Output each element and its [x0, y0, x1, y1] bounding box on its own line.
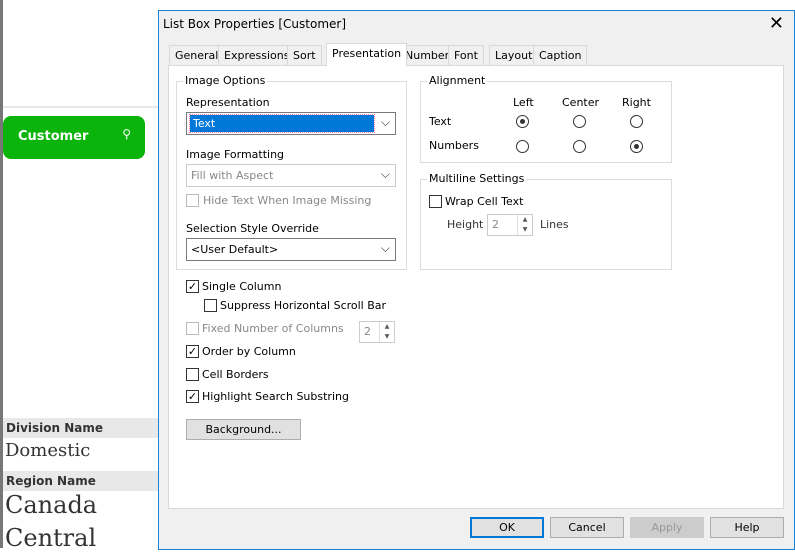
image-formatting-dropdown[interactable]: Fill with Aspect ⌵ — [186, 164, 396, 187]
cell-borders-label: Cell Borders — [202, 368, 269, 381]
fixed-columns-value: 2 — [364, 325, 371, 338]
single-column-checkbox[interactable]: ✓ — [186, 280, 199, 293]
height-spinner[interactable]: 2 ▲ ▼ — [487, 214, 533, 236]
image-formatting-label: Image Formatting — [186, 148, 285, 161]
text-center-radio[interactable] — [573, 115, 586, 128]
spinner-arrows-icon[interactable]: ▲ ▼ — [379, 322, 394, 342]
wrap-cell-text-label: Wrap Cell Text — [445, 195, 524, 208]
multiline-settings-group: Multiline Settings Wrap Cell Text Height… — [420, 172, 672, 270]
fixed-columns-spinner[interactable]: 2 ▲ ▼ — [359, 321, 395, 343]
region-name-header: Region Name — [3, 471, 159, 491]
align-row-text: Text — [429, 115, 452, 128]
align-col-center: Center — [562, 96, 600, 109]
chevron-down-icon: ⌵ — [380, 241, 390, 255]
text-right-radio[interactable] — [630, 115, 643, 128]
list-box-properties-dialog: List Box Properties [Customer] ✕ General… — [158, 10, 795, 550]
tab-number[interactable]: Number — [399, 45, 456, 65]
list-item[interactable]: Domestic — [5, 440, 90, 461]
cell-borders-checkbox[interactable] — [186, 368, 199, 381]
suppress-hscroll-checkbox[interactable] — [204, 299, 217, 312]
tab-expressions[interactable]: Expressions — [218, 45, 296, 65]
multiline-legend: Multiline Settings — [427, 172, 527, 185]
order-by-column-checkbox[interactable]: ✓ — [186, 345, 199, 358]
height-label: Height — [447, 218, 484, 231]
image-options-legend: Image Options — [183, 74, 268, 87]
search-icon[interactable]: ⚲ — [122, 127, 131, 141]
wrap-cell-text-checkbox[interactable] — [429, 195, 442, 208]
representation-label: Representation — [186, 96, 270, 109]
background-button[interactable]: Background... — [186, 419, 301, 440]
hide-text-checkbox[interactable] — [186, 194, 199, 207]
hide-text-label: Hide Text When Image Missing — [203, 194, 372, 207]
alignment-group: Alignment Left Center Right Text Numbers — [420, 74, 672, 163]
representation-value: Text — [189, 114, 375, 133]
ok-button[interactable]: OK — [470, 517, 544, 538]
text-left-radio[interactable] — [516, 115, 529, 128]
numbers-center-radio[interactable] — [573, 140, 586, 153]
image-formatting-value: Fill with Aspect — [191, 169, 274, 182]
presentation-panel: Image Options Representation Text ⌵ Image… — [168, 65, 784, 509]
customer-listbox-button[interactable]: Customer ⚲ — [3, 116, 145, 159]
fixed-columns-checkbox[interactable] — [186, 322, 199, 335]
align-col-right: Right — [622, 96, 651, 109]
chevron-down-icon: ⌵ — [380, 167, 390, 181]
selection-style-label: Selection Style Override — [186, 222, 319, 235]
chevron-down-icon: ⌵ — [380, 115, 390, 129]
align-col-left: Left — [513, 96, 534, 109]
spinner-arrows-icon[interactable]: ▲ ▼ — [517, 215, 532, 235]
dialog-title: List Box Properties [Customer] — [163, 17, 347, 31]
help-button[interactable]: Help — [710, 517, 784, 538]
numbers-right-radio[interactable] — [630, 140, 643, 153]
tab-general[interactable]: General — [169, 45, 225, 65]
selection-style-value: <User Default> — [191, 243, 279, 256]
selection-style-dropdown[interactable]: <User Default> ⌵ — [186, 238, 396, 261]
single-column-label: Single Column — [202, 280, 282, 293]
close-icon[interactable]: ✕ — [769, 13, 784, 34]
tab-font[interactable]: Font — [448, 45, 484, 65]
representation-dropdown[interactable]: Text ⌵ — [186, 112, 396, 135]
suppress-hscroll-label: Suppress Horizontal Scroll Bar — [220, 299, 387, 312]
cancel-button[interactable]: Cancel — [550, 517, 624, 538]
highlight-search-label: Highlight Search Substring — [202, 390, 349, 403]
order-by-column-label: Order by Column — [202, 345, 296, 358]
division-name-header: Division Name — [3, 418, 159, 438]
apply-button[interactable]: Apply — [630, 517, 704, 538]
fixed-columns-label: Fixed Number of Columns — [202, 322, 344, 335]
height-value: 2 — [492, 218, 499, 231]
tab-caption[interactable]: Caption — [533, 45, 588, 65]
list-item[interactable]: Canada — [5, 491, 97, 519]
tab-sort[interactable]: Sort — [287, 45, 322, 65]
numbers-left-radio[interactable] — [516, 140, 529, 153]
lines-label: Lines — [540, 218, 569, 231]
customer-label: Customer — [18, 129, 89, 144]
tab-layout[interactable]: Layout — [489, 45, 539, 65]
image-options-group: Image Options Representation Text ⌵ Image… — [176, 74, 407, 270]
align-row-numbers: Numbers — [429, 139, 479, 152]
alignment-legend: Alignment — [427, 74, 488, 87]
highlight-search-checkbox[interactable]: ✓ — [186, 390, 199, 403]
tab-presentation[interactable]: Presentation — [326, 43, 408, 66]
